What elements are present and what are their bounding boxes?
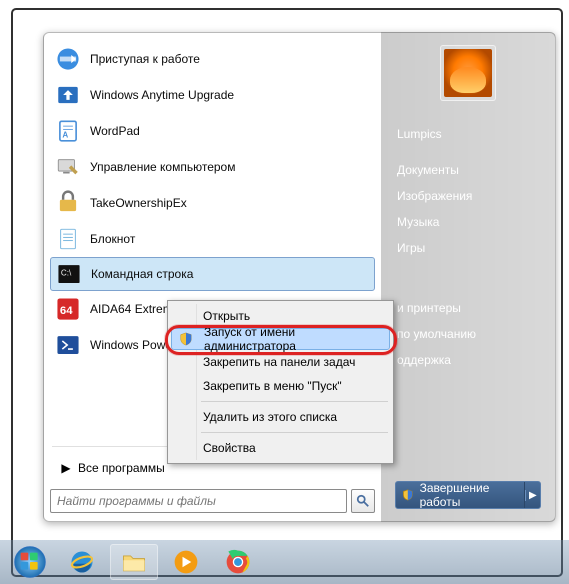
shutdown-button[interactable]: Завершение работы ▶ <box>395 481 541 509</box>
notepad-icon <box>54 225 82 253</box>
program-label: Блокнот <box>90 232 135 246</box>
right-link-partial[interactable] <box>395 283 541 295</box>
help-support-link[interactable]: оддержка <box>395 347 541 373</box>
wmp-icon <box>172 548 200 576</box>
program-label: Приступая к работе <box>90 52 200 66</box>
computer-management-icon <box>54 153 82 181</box>
user-avatar-frame[interactable] <box>440 45 496 101</box>
default-programs-link[interactable]: по умолчанию <box>395 321 541 347</box>
windows-start-icon <box>13 545 47 579</box>
taskbar-explorer[interactable] <box>110 544 158 580</box>
program-notepad[interactable]: Блокнот <box>50 221 375 257</box>
aida64-icon: 64 <box>54 295 82 323</box>
ie-icon <box>68 548 96 576</box>
program-computer-management[interactable]: Управление компьютером <box>50 149 375 185</box>
svg-text:64: 64 <box>60 305 73 317</box>
shield-icon <box>402 488 414 502</box>
program-label: TakeOwnershipEx <box>90 196 187 210</box>
images-link[interactable]: Изображения <box>395 183 541 209</box>
takeownership-icon <box>54 189 82 217</box>
ctx-label: Запуск от имени администратора <box>204 325 389 353</box>
all-programs-label: Все программы <box>78 461 165 475</box>
taskbar-ie[interactable] <box>58 544 106 580</box>
ctx-label: Удалить из этого списка <box>203 410 337 424</box>
program-label: AIDA64 Extreme <box>90 302 179 316</box>
shield-icon <box>177 330 195 348</box>
svg-text:A: A <box>62 131 68 140</box>
right-link-partial[interactable] <box>395 271 541 283</box>
ctx-properties[interactable]: Свойства <box>171 436 390 460</box>
context-menu-separator <box>201 401 388 402</box>
taskbar-chrome[interactable] <box>214 544 262 580</box>
svg-text:C:\: C:\ <box>61 269 72 278</box>
program-label: WordPad <box>90 124 140 138</box>
chevron-right-icon: ▶ <box>54 461 78 475</box>
ctx-label: Свойства <box>203 441 256 455</box>
ctx-pin-taskbar[interactable]: Закрепить на панели задач <box>171 350 390 374</box>
ctx-label: Открыть <box>203 309 250 323</box>
program-label: Командная строка <box>91 267 193 281</box>
powershell-icon <box>54 331 82 359</box>
search-input-wrapper[interactable] <box>50 489 347 513</box>
wordpad-icon: A <box>54 117 82 145</box>
games-link[interactable]: Игры <box>395 235 541 261</box>
search-button[interactable] <box>351 489 375 513</box>
program-getting-started[interactable]: Приступая к работе <box>50 41 375 77</box>
folder-icon <box>120 548 148 576</box>
anytime-upgrade-icon <box>54 81 82 109</box>
ctx-remove-from-list[interactable]: Удалить из этого списка <box>171 405 390 429</box>
program-label: Управление компьютером <box>90 160 235 174</box>
search-input[interactable] <box>57 494 340 508</box>
magnifier-icon <box>356 494 370 508</box>
taskbar-wmp[interactable] <box>162 544 210 580</box>
ctx-label: Закрепить в меню "Пуск" <box>203 379 342 393</box>
program-wordpad[interactable]: A WordPad <box>50 113 375 149</box>
program-label: Windows Anytime Upgrade <box>90 88 234 102</box>
devices-printers-link[interactable]: и принтеры <box>395 295 541 321</box>
program-cmd[interactable]: C:\ Командная строка <box>50 257 375 291</box>
user-avatar-icon <box>444 49 492 97</box>
ctx-run-as-admin[interactable]: Запуск от имени администратора <box>171 328 390 350</box>
shutdown-label: Завершение работы <box>420 481 514 509</box>
start-menu-right: Lumpics Документы Изображения Музыка Игр… <box>381 33 555 521</box>
user-name-link[interactable]: Lumpics <box>395 121 541 147</box>
cmd-icon: C:\ <box>55 260 83 288</box>
start-button[interactable] <box>6 544 54 580</box>
program-takeownership[interactable]: TakeOwnershipEx <box>50 185 375 221</box>
context-menu: Открыть Запуск от имени администратора З… <box>167 300 394 464</box>
getting-started-icon <box>54 45 82 73</box>
shutdown-menu-arrow[interactable]: ▶ <box>525 490 540 501</box>
ctx-pin-startmenu[interactable]: Закрепить в меню "Пуск" <box>171 374 390 398</box>
context-menu-separator <box>201 432 388 433</box>
music-link[interactable]: Музыка <box>395 209 541 235</box>
program-anytime-upgrade[interactable]: Windows Anytime Upgrade <box>50 77 375 113</box>
documents-link[interactable]: Документы <box>395 157 541 183</box>
taskbar <box>0 540 569 584</box>
ctx-label: Закрепить на панели задач <box>203 355 355 369</box>
chrome-icon <box>224 548 252 576</box>
